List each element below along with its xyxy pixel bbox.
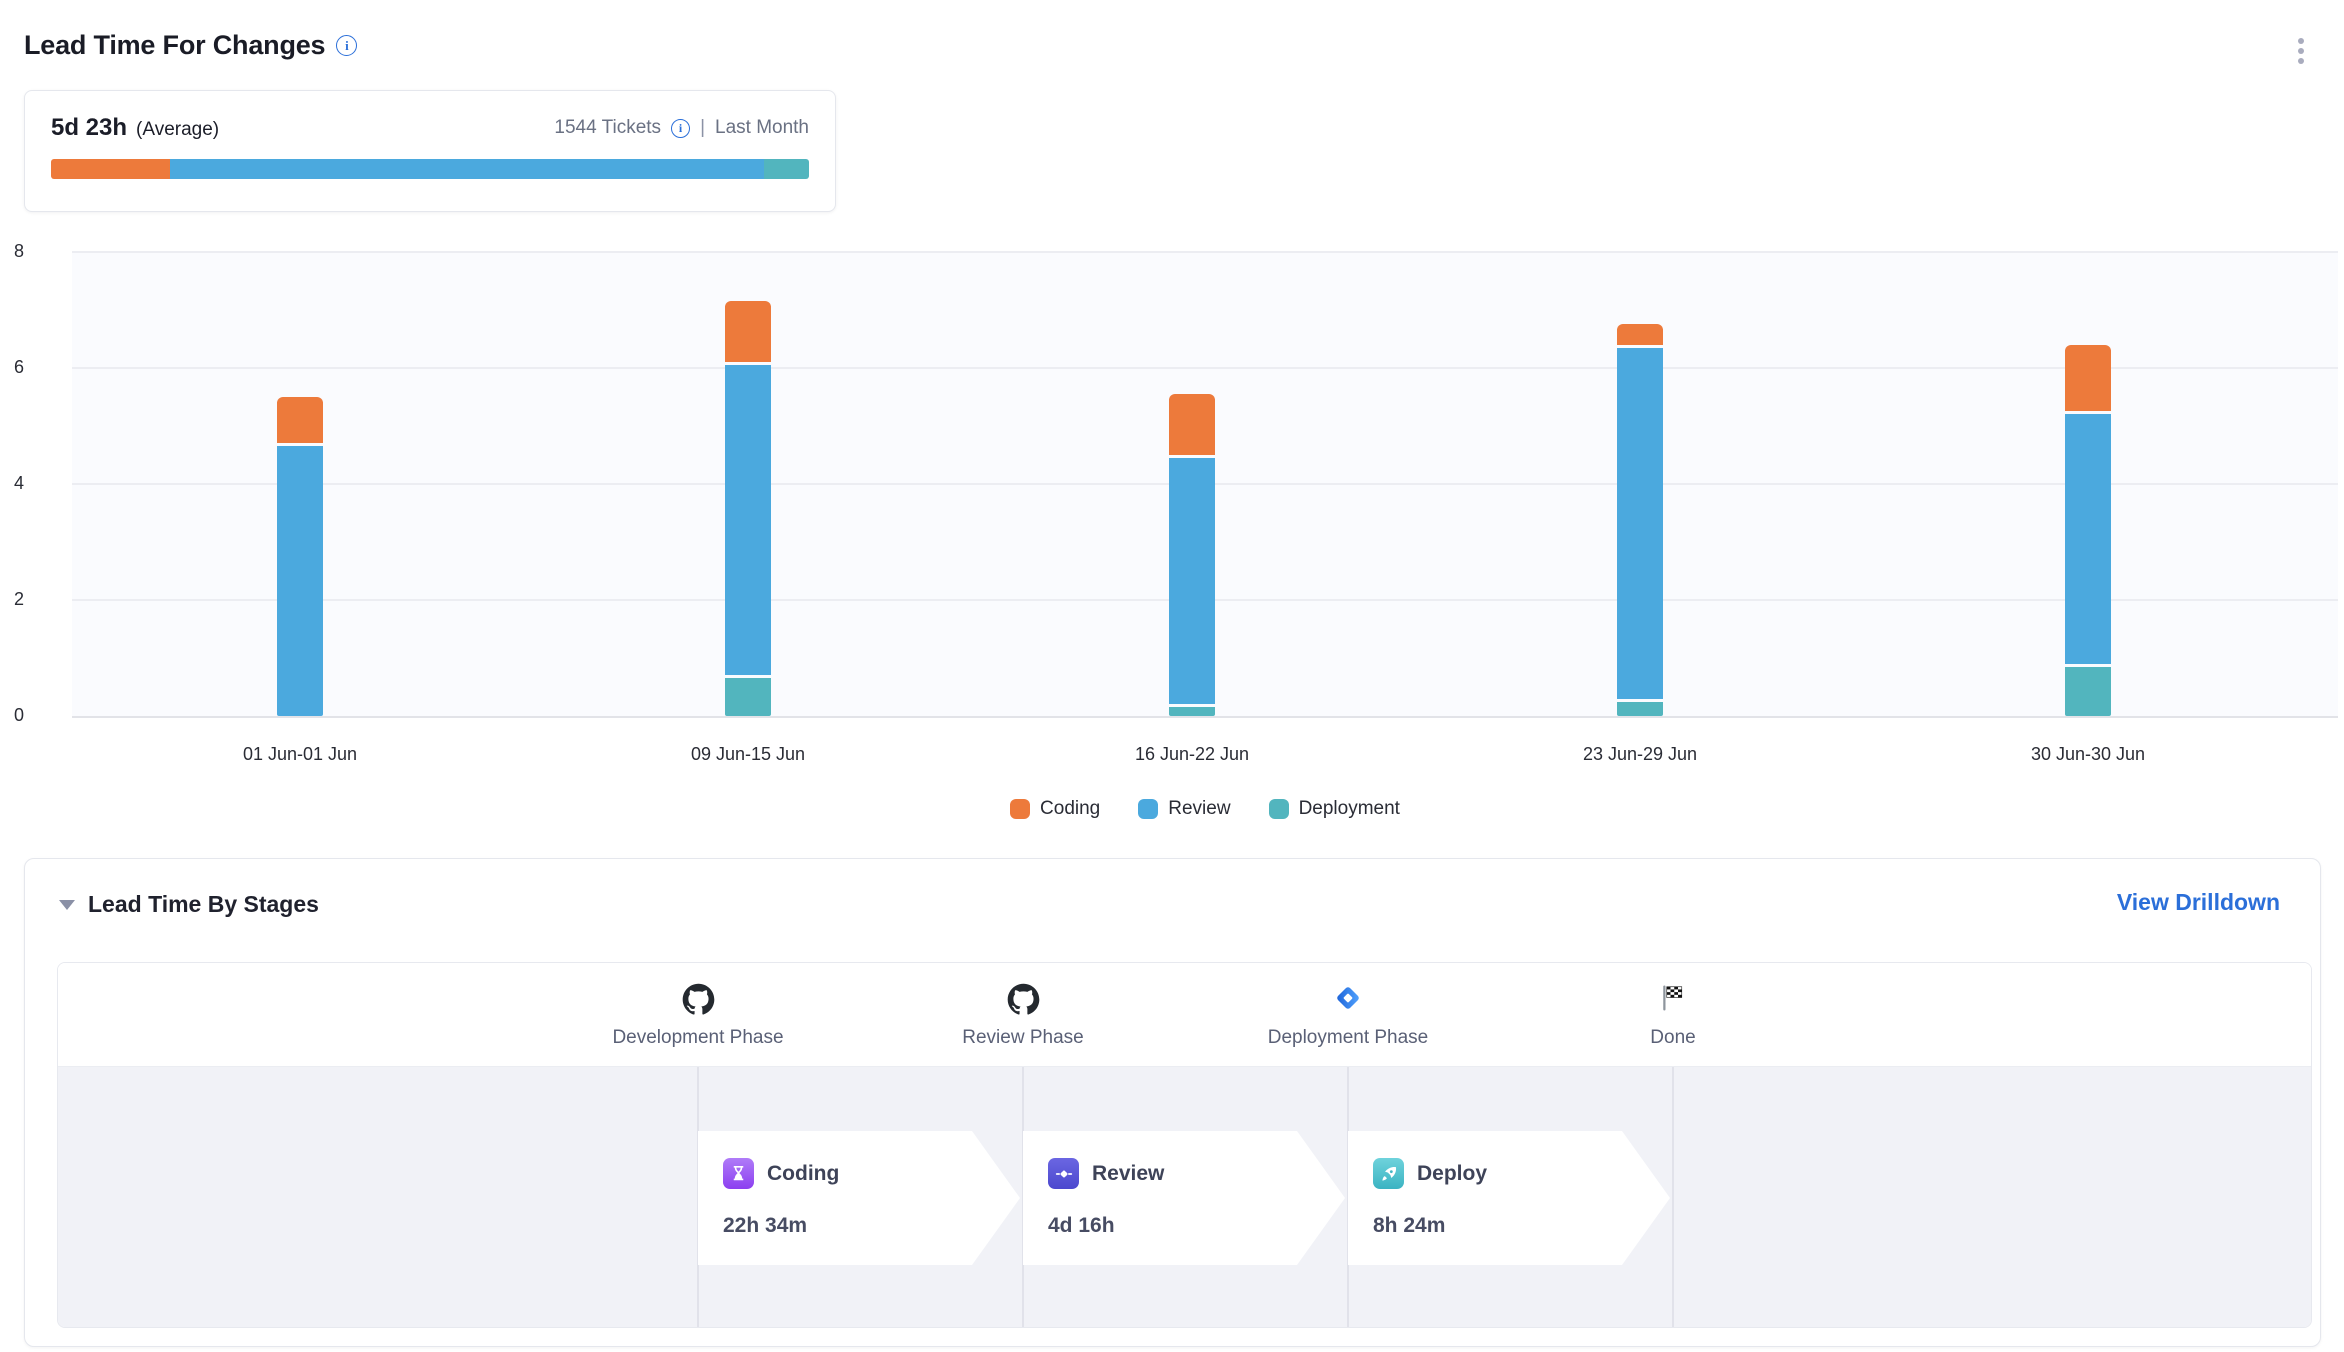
stage-card-deploy[interactable]: Deploy 8h 24m (1348, 1131, 1670, 1265)
segment-review (1617, 348, 1663, 699)
stacked-bar-chart (72, 252, 2338, 716)
summary-bar-segment-review (170, 159, 764, 179)
bar-09 Jun-15 Jun[interactable] (725, 252, 771, 716)
segment-deployment (2065, 667, 2111, 716)
hourglass-icon (723, 1158, 754, 1189)
tickets-count: 1544 Tickets (554, 117, 661, 139)
legend-item-deployment[interactable]: Deployment (1269, 798, 1400, 820)
stage-duration: 22h 34m (723, 1214, 1020, 1238)
checkered-flag-icon (1543, 983, 1803, 1017)
stage-timeline: Coding 22h 34m Review 4d 16h Deploy 8h 24m (58, 1067, 2311, 1328)
phase-label: Review Phase (893, 1027, 1153, 1049)
summary-bar-segment-coding (51, 159, 170, 179)
legend-label: Coding (1040, 798, 1100, 820)
segment-deployment (1617, 702, 1663, 717)
x-tick-label: 01 Jun-01 Jun (150, 744, 450, 765)
column-divider (1672, 1067, 1674, 1328)
segment-review (1169, 458, 1215, 705)
stage-label: Coding (767, 1162, 839, 1186)
jira-icon (1218, 983, 1478, 1017)
stage-card-head: Review (1048, 1158, 1345, 1189)
legend-label: Deployment (1299, 798, 1400, 820)
legend-label: Review (1168, 798, 1230, 820)
stage-card-coding[interactable]: Coding 22h 34m (698, 1131, 1020, 1265)
phase-label: Deployment Phase (1218, 1027, 1478, 1049)
y-tick-label: 8 (14, 241, 50, 262)
stage-label: Review (1092, 1162, 1164, 1186)
phase-deployment-phase: Deployment Phase (1218, 963, 1478, 1049)
github-icon (568, 983, 828, 1017)
bar-16 Jun-22 Jun[interactable] (1169, 252, 1215, 716)
phase-development-phase: Development Phase (568, 963, 828, 1049)
summary-top-row: 5d 23h (Average) 1544 Tickets i | Last M… (51, 114, 809, 142)
rocket-icon (1373, 1158, 1404, 1189)
x-tick-label: 30 Jun-30 Jun (1938, 744, 2238, 765)
y-tick-label: 4 (14, 473, 50, 494)
segment-deployment (1169, 707, 1215, 716)
bar-01 Jun-01 Jun[interactable] (277, 252, 323, 716)
phase-label: Development Phase (568, 1027, 828, 1049)
legend-item-review[interactable]: Review (1138, 798, 1230, 820)
x-tick-label: 16 Jun-22 Jun (1042, 744, 1342, 765)
average-value: 5d 23h (51, 114, 127, 142)
stage-card-head: Coding (723, 1158, 1020, 1189)
x-tick-label: 23 Jun-29 Jun (1490, 744, 1790, 765)
y-tick-label: 0 (14, 705, 50, 726)
collapse-caret-icon[interactable] (59, 900, 75, 910)
period-label: Last Month (715, 117, 809, 139)
average-label: (Average) (136, 119, 219, 141)
legend-item-coding[interactable]: Coding (1010, 798, 1100, 820)
stages-title: Lead Time By Stages (88, 891, 319, 918)
phase-review-phase: Review Phase (893, 963, 1153, 1049)
lead-time-dashboard: Lead Time For Changes i 5d 23h (Average)… (0, 0, 2344, 1352)
kebab-menu-icon[interactable] (2294, 34, 2308, 68)
github-icon (893, 983, 1153, 1017)
summary-meta: 1544 Tickets i | Last Month (554, 117, 809, 139)
segment-coding (1169, 394, 1215, 455)
segment-review (277, 446, 323, 716)
stage-duration: 4d 16h (1048, 1214, 1345, 1238)
tickets-info-icon[interactable]: i (671, 119, 690, 138)
legend-chip (1010, 799, 1030, 819)
segment-coding (277, 397, 323, 443)
view-drilldown-link[interactable]: View Drilldown (2117, 889, 2280, 916)
x-tick-label: 09 Jun-15 Jun (598, 744, 898, 765)
summary-average: 5d 23h (Average) (51, 114, 219, 142)
legend-chip (1138, 799, 1158, 819)
chart-legend: Coding Review Deployment (72, 798, 2338, 820)
legend-chip (1269, 799, 1289, 819)
bar-30 Jun-30 Jun[interactable] (2065, 252, 2111, 716)
lead-time-by-stages-card: Lead Time By Stages View Drilldown Devel… (24, 858, 2321, 1347)
y-tick-label: 6 (14, 357, 50, 378)
segment-review (725, 365, 771, 675)
page-title: Lead Time For Changes (24, 30, 325, 61)
segment-coding (725, 301, 771, 362)
stages-header: Lead Time By Stages (59, 891, 319, 918)
summary-distribution-bar (51, 159, 809, 179)
segment-coding (1617, 324, 1663, 344)
stage-duration: 8h 24m (1373, 1214, 1670, 1238)
y-tick-label: 2 (14, 589, 50, 610)
phase-header-row: Development Phase Review Phase Deployment … (58, 963, 2311, 1067)
stage-label: Deploy (1417, 1162, 1487, 1186)
gridline (72, 716, 2338, 718)
separator: | (700, 117, 705, 139)
segment-review (2065, 414, 2111, 663)
info-icon[interactable]: i (336, 35, 357, 56)
header: Lead Time For Changes i (24, 30, 357, 61)
stage-card-review[interactable]: Review 4d 16h (1023, 1131, 1345, 1265)
segment-deployment (725, 678, 771, 716)
summary-bar-segment-deployment (764, 159, 809, 179)
stage-card-head: Deploy (1373, 1158, 1670, 1189)
phase-done: Done (1543, 963, 1803, 1049)
x-axis: 01 Jun-01 Jun 09 Jun-15 Jun 16 Jun-22 Jun 2… (72, 744, 2338, 774)
summary-card: 5d 23h (Average) 1544 Tickets i | Last M… (24, 90, 836, 212)
bar-23 Jun-29 Jun[interactable] (1617, 252, 1663, 716)
phase-label: Done (1543, 1027, 1803, 1049)
commit-diamond-icon (1048, 1158, 1079, 1189)
stage-table: Development Phase Review Phase Deployment … (57, 962, 2312, 1328)
segment-coding (2065, 345, 2111, 412)
